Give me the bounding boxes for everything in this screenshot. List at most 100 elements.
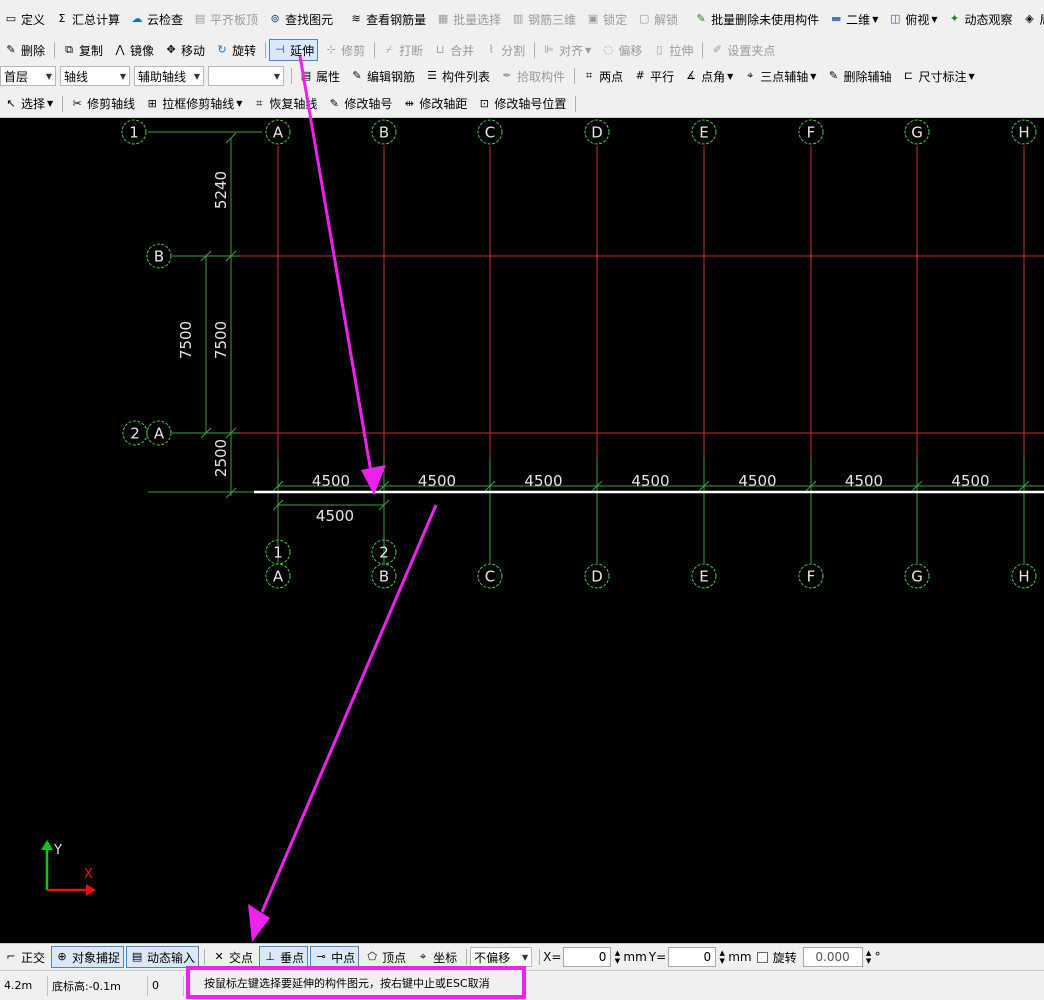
tb3-dimension-button[interactable]: ⊏ 尺寸标注 ▼ [897,65,978,87]
tb3-parallel-button[interactable]: # 平行 [629,65,678,87]
tb2-rotate-button[interactable]: ↻ 旋转 [211,39,260,61]
button-label: 拉框修剪轴线 [162,97,235,111]
tb3-pick-component-button[interactable]: ✒ 拾取构件 [496,65,569,87]
component-type-select[interactable]: 轴线 ▼ [60,66,130,86]
tb2-extend-button[interactable]: ⊣ 延伸 [269,39,319,61]
snap-vertex-button[interactable]: ⬠ 顶点 [361,946,410,968]
tb4-trim-axis-button[interactable]: ✂ 修剪轴线 [66,93,139,115]
tb3-delete-axis-button[interactable]: ✎ 删除辅轴 [822,65,895,87]
ucs-y-label: Y [53,843,62,858]
spinner-icon[interactable]: ▲ ▼ [865,949,873,965]
x-coordinate-input[interactable]: 0 [563,947,612,967]
button-label: 对齐 [559,43,584,58]
batch-delete-icon: ✎ [696,12,706,25]
rotate-checkbox[interactable] [756,951,768,963]
rotate-angle-input[interactable]: 0.000 [802,947,863,967]
2d-view-icon: ▬ [830,12,842,25]
tb2-stretch-button[interactable]: ▯ 拉伸 [648,39,697,61]
tb1-rebar-quantity-button[interactable]: ≋ 查看钢筋量 [345,8,430,30]
tb1-batch-select-button[interactable]: ▦ 批量选择 [432,8,505,30]
tb1-2d-view-button[interactable]: ▬ 二维 ▼ [825,8,882,30]
chevron-down-icon: ▼ [810,71,817,81]
tb1-binoculars-button[interactable]: ⊚ 查找图元 [264,8,337,30]
tb1-define-button[interactable]: ▭ 定义 [0,8,49,30]
button-label: 局部 [1040,11,1044,28]
chevron-down-icon: ▼ [119,71,126,81]
tb1-cloud-check-button[interactable]: ☁ 云检查 [126,8,187,30]
component-name-select[interactable]: ▼ [208,66,284,86]
point-angle-icon: ∡ [686,69,697,82]
tb3-component-list-button[interactable]: ☰ 构件列表 [421,65,494,87]
floor-select[interactable]: 首层 ▼ [0,66,56,86]
tb4-edit-axis-spacing-button[interactable]: ⇹ 修改轴距 [398,93,471,115]
tb1-top-view-button[interactable]: ◫ 俯视 ▼ [884,8,941,30]
tb3-two-point-button[interactable]: ⌗ 两点 [578,65,627,87]
button-label: 移动 [181,43,206,58]
snap-ortho-button[interactable]: ⌐ 正交 [0,946,49,968]
snap-coordinate-button[interactable]: ⌖ 坐标 [412,946,461,968]
tb1-batch-delete-button[interactable]: ✎ 批量删除未使用构件 [690,8,823,30]
cad-drawing[interactable]: 5240 7500 7500 2500 4500 4500 4500 4500 4500 4500… [0,118,1044,943]
button-label: 修改轴号位置 [494,97,567,111]
button-label: 二维 [846,12,871,27]
batch-select-icon: ▦ [437,12,449,25]
spinner-icon[interactable]: ▲ ▼ [718,949,726,965]
tb2-trim-button[interactable]: ⊹ 修剪 [320,39,369,61]
axis-col-top-label: F [807,124,816,142]
y-coordinate-input[interactable]: 0 [668,947,717,967]
restore-axis-icon: ⌗ [256,96,263,110]
tb3-three-point-axis-button[interactable]: ⌖ 三点辅轴 ▼ [739,65,820,87]
tb2-break-button[interactable]: ⌿ 打断 [378,39,427,61]
edit-axis-number-icon: ✎ [329,96,339,110]
tb1-sigma-button[interactable]: Σ 汇总计算 [51,8,124,30]
tb2-move-button[interactable]: ✥ 移动 [160,39,209,61]
tb1-lock-button[interactable]: ▣ 锁定 [582,8,631,30]
tb1-orbit-button[interactable]: ✦ 动态观察 [944,8,1017,30]
tb3-point-angle-button[interactable]: ∡ 点角 ▼ [680,65,737,87]
horizontal-dimension: 4500 [316,507,354,525]
tb2-copy-button[interactable]: ⧉ 复制 [58,39,107,61]
ucs-x-arrowhead [86,884,96,896]
tb1-align-slab-button[interactable]: ▤ 平齐板顶 [189,8,262,30]
tb2-offset-button[interactable]: ◌ 偏移 [597,39,646,61]
snap-intersection-button[interactable]: ✕ 交点 [208,946,257,968]
tb4-box-trim-axis-button[interactable]: ⊞ 拉框修剪轴线 ▼ [141,93,246,115]
tb2-split-button[interactable]: ⌇ 分割 [480,39,529,61]
snap-object-snap-button[interactable]: ⊕ 对象捕捉 [51,946,125,968]
tb4-cursor-button[interactable]: ↖ 选择 ▼ [0,93,57,115]
drawing-canvas[interactable]: 5240 7500 7500 2500 4500 4500 4500 4500 4500 4500… [0,118,1044,943]
box-trim-axis-icon: ⊞ [147,96,157,110]
snap-midpoint-button[interactable]: ⊸ 中点 [310,946,360,968]
component-subtype-select[interactable]: 辅助轴线 ▼ [134,66,204,86]
tb1-local-view-button[interactable]: ◈ 局部 [1019,8,1044,30]
tb2-delete-button[interactable]: ✎ 删除 [0,39,49,61]
tb2-mirror-button[interactable]: ⋀ 镜像 [109,39,158,61]
tb4-edit-axis-position-button[interactable]: ⊡ 修改轴号位置 [473,93,570,115]
vertical-dimension: 5240 [212,171,230,209]
tb1-rebar-3d-button[interactable]: ▥ 钢筋三维 [507,8,580,30]
snap-dynamic-input-button[interactable]: ▤ 动态输入 [126,946,200,968]
vertical-dimension: 7500 [212,321,230,359]
tb2-merge-button[interactable]: ⊔ 合并 [429,39,478,61]
degree-symbol: ° [874,950,881,964]
axis-col-bottom-label: B [379,568,389,586]
sigma-icon: Σ [58,12,66,25]
tb3-properties-button[interactable]: ▤ 属性 [295,65,344,87]
tb2-align-button[interactable]: ⊫ 对齐 ▼ [538,39,595,61]
snap-perpendicular-button[interactable]: ⊥ 垂点 [259,946,309,968]
tb2-grip-button[interactable]: ✐ 设置夹点 [706,39,779,61]
chevron-down-icon: ▼ [273,71,280,81]
component-toolbar-buttons: ▤ 属性 ✎ 编辑钢筋 ☰ 构件列表 ✒ 拾取构件 ⌗ 两点 # 平行 ∡ 点角 ▼ ⌖ 三点辅轴 ▼ ✎ 删除辅轴 ⊏… [288,65,981,87]
merge-icon: ⊔ [435,43,445,56]
tb3-edit-rebar-button[interactable]: ✎ 编辑钢筋 [346,65,419,87]
button-label: 锁定 [603,12,628,27]
spinner-icon[interactable]: ▲ ▼ [613,949,621,965]
tb4-restore-axis-button[interactable]: ⌗ 恢复轴线 [248,93,321,115]
chevron-down-icon: ▼ [193,71,200,81]
tb4-edit-axis-number-button[interactable]: ✎ 修改轴号 [323,93,396,115]
button-label: 钢筋三维 [528,12,577,27]
trim-axis-icon: ✂ [72,96,82,110]
offset-select[interactable]: 不偏移 ▼ [470,947,533,967]
break-icon: ⌿ [385,43,393,56]
tb1-unlock-button[interactable]: ▢ 解锁 [633,8,682,30]
